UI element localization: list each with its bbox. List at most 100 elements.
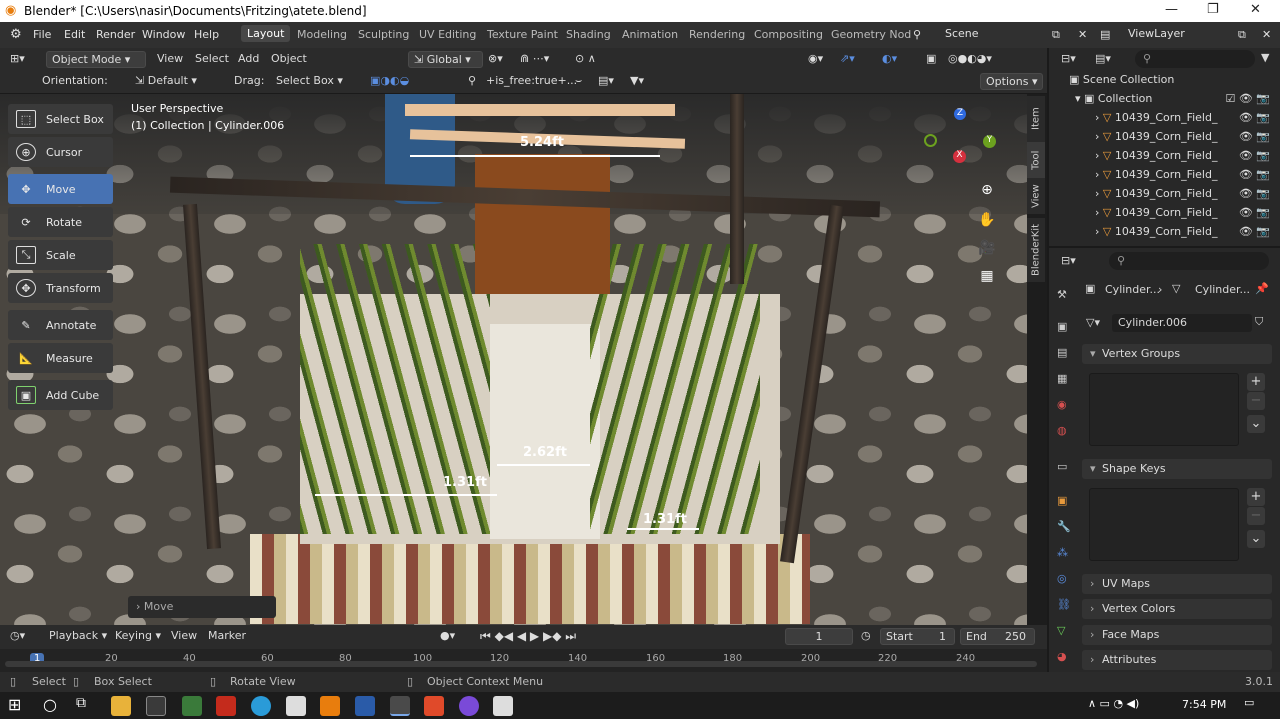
menu-window[interactable]: Window	[142, 28, 185, 41]
visibility-render-icons[interactable]: 👁 📷	[1239, 149, 1270, 162]
app-icon[interactable]	[459, 696, 479, 716]
outliner-item[interactable]: › ▽ 10439_Corn_Field_ 👁 📷	[1049, 111, 1280, 129]
vertex-colors-panel-header[interactable]: › Vertex Colors	[1082, 599, 1272, 619]
collection-properties-icon[interactable]: ▭	[1057, 460, 1073, 476]
pan-hand-icon[interactable]: ✋	[977, 212, 997, 232]
timeline-scrollbar[interactable]	[5, 661, 1037, 667]
outliner-item[interactable]: › ▽ 10439_Corn_Field_ 👁 📷	[1049, 187, 1280, 205]
pin-icon[interactable]: 📌	[1255, 282, 1269, 295]
outliner-item[interactable]: › ▽ 10439_Corn_Field_ 👁 📷	[1049, 130, 1280, 148]
end-frame-field[interactable]: End 250	[960, 628, 1035, 645]
overlay-icon[interactable]: ◐▾	[882, 52, 897, 65]
tool-annotate[interactable]: ✎ Annotate	[8, 310, 113, 340]
editor-type-icon[interactable]: ⊞▾	[10, 52, 25, 65]
menu-file[interactable]: File	[33, 28, 51, 41]
filter-field[interactable]: +is_free:true+...	[486, 74, 577, 87]
menu-timeline-view[interactable]: View	[171, 629, 197, 642]
physics-properties-icon[interactable]: ◎	[1057, 572, 1073, 588]
maximize-button[interactable]: ❐	[1207, 2, 1219, 17]
tool-properties-icon[interactable]: ⚒	[1057, 288, 1073, 304]
store-icon[interactable]	[146, 696, 166, 716]
xray-icon[interactable]: ▣	[926, 52, 936, 65]
tab-uv-editing[interactable]: UV Editing	[419, 28, 476, 41]
close-button[interactable]: ✕	[1250, 2, 1261, 17]
collection-controls-icon[interactable]: ☑ 👁 📷	[1225, 92, 1270, 105]
vertex-groups-panel-header[interactable]: ▾ Vertex Groups	[1082, 344, 1272, 364]
app-icon[interactable]	[286, 696, 306, 716]
world-properties-icon[interactable]: ◍	[1057, 424, 1073, 440]
transform-orientation-dropdown[interactable]: ⇲ Global ▾	[408, 51, 483, 68]
menu-render[interactable]: Render	[96, 28, 135, 41]
outliner-filter-icon[interactable]: ▼	[1261, 51, 1269, 64]
new-view-layer-icon[interactable]: ⧉	[1238, 28, 1246, 42]
tab-blenderkit[interactable]: BlenderKit	[1027, 218, 1045, 282]
visibility-render-icons[interactable]: 👁 📷	[1239, 225, 1270, 238]
outliner-item[interactable]: › ▽ 10439_Corn_Field_ 👁 📷	[1049, 225, 1280, 243]
tool-select-box[interactable]: ⬚ Select Box	[8, 104, 113, 134]
record-icon[interactable]: ●▾	[440, 629, 455, 642]
current-frame-field[interactable]: 1	[785, 628, 853, 645]
mesh-data-dropdown-icon[interactable]: ▽▾	[1086, 316, 1100, 329]
tab-sculpting[interactable]: Sculpting	[358, 28, 409, 41]
minimize-button[interactable]: —	[1165, 2, 1178, 17]
brave-icon[interactable]	[424, 696, 444, 716]
tab-item[interactable]: Item	[1027, 96, 1045, 142]
funnel-icon[interactable]: ▼▾	[630, 74, 644, 87]
particles-properties-icon[interactable]: ⁂	[1057, 546, 1073, 562]
proportional-edit-icon[interactable]: ⊙ ∧	[575, 52, 596, 65]
tab-texture-paint[interactable]: Texture Paint	[487, 28, 558, 41]
menu-help[interactable]: Help	[194, 28, 219, 41]
menu-add[interactable]: Add	[238, 52, 259, 65]
add-vertex-group-button[interactable]: +	[1247, 373, 1265, 391]
visibility-icon[interactable]: ◉▾	[808, 52, 823, 65]
menu-select[interactable]: Select	[195, 52, 229, 65]
outliner-editor-icon[interactable]: ⊟▾	[1061, 52, 1076, 65]
face-maps-panel-header[interactable]: › Face Maps	[1082, 625, 1272, 645]
visibility-render-icons[interactable]: 👁 📷	[1239, 130, 1270, 143]
search-circle-icon[interactable]: ○	[43, 695, 57, 714]
visibility-render-icons[interactable]: 👁 📷	[1239, 187, 1270, 200]
uv-maps-panel-header[interactable]: › UV Maps	[1082, 574, 1272, 594]
collection-row[interactable]: ▾ ▣ Collection ☑ 👁 📷	[1049, 92, 1280, 110]
output-properties-icon[interactable]: ▤	[1057, 346, 1073, 362]
visibility-render-icons[interactable]: 👁 📷	[1239, 111, 1270, 124]
menu-object[interactable]: Object	[271, 52, 307, 65]
gizmo-y-icon[interactable]: Y	[983, 135, 996, 148]
last-operator-panel[interactable]: › Move	[128, 596, 276, 618]
tab-shading[interactable]: Shading	[566, 28, 611, 41]
gizmo-neg-y-icon[interactable]	[924, 134, 937, 147]
remove-shape-key-button[interactable]: −	[1247, 507, 1265, 525]
gizmo-z-icon[interactable]: Z	[954, 108, 966, 120]
timeline-ruler[interactable]: 1 20 40 60 80 100 120 140 160 180 200 22…	[0, 649, 1047, 672]
outliner-item[interactable]: › ▽ 10439_Corn_Field_ 👁 📷	[1049, 149, 1280, 167]
3d-viewport[interactable]: 5.24ft 2.62ft 1.31ft 1.31ft User Perspec…	[0, 94, 1027, 625]
visibility-render-icons[interactable]: 👁 📷	[1239, 206, 1270, 219]
blender-menu-icon[interactable]: ⚙	[10, 27, 22, 42]
render-properties-icon[interactable]: ▣	[1057, 320, 1073, 336]
tool-measure[interactable]: 📐 Measure	[8, 343, 113, 373]
drag-dropdown[interactable]: Select Box ▾	[276, 74, 343, 87]
app-icon[interactable]	[355, 696, 375, 716]
tool-rotate[interactable]: ⟳ Rotate	[8, 207, 113, 237]
outliner-item[interactable]: › ▽ 10439_Corn_Field_ 👁 📷	[1049, 206, 1280, 224]
tray-icons[interactable]: ∧ ▭ ◔ ◀)	[1088, 697, 1139, 710]
orientation-dropdown[interactable]: ⇲ Default ▾	[135, 74, 197, 87]
shape-keys-list[interactable]	[1089, 488, 1239, 561]
attributes-panel-header[interactable]: › Attributes	[1082, 650, 1272, 670]
mode-dropdown[interactable]: Object Mode ▾	[46, 51, 146, 68]
file-explorer-icon[interactable]	[111, 696, 131, 716]
tab-animation[interactable]: Animation	[622, 28, 678, 41]
vertex-group-menu-button[interactable]: ⌄	[1247, 415, 1265, 433]
outliner-search-input[interactable]: ⚲	[1135, 50, 1255, 68]
blender-taskbar-icon[interactable]	[390, 696, 410, 716]
start-frame-field[interactable]: Start 1	[880, 628, 955, 645]
windows-start-icon[interactable]: ⊞	[8, 695, 21, 714]
tool-scale[interactable]: ⤡ Scale	[8, 240, 113, 270]
task-view-icon[interactable]: ⧉	[76, 695, 86, 711]
filter-toggle-icon[interactable]: ⌣	[575, 74, 582, 88]
zoom-icon[interactable]: ⊕	[977, 182, 997, 202]
menu-marker[interactable]: Marker	[208, 629, 246, 642]
notification-icon[interactable]: ▭	[1244, 696, 1254, 709]
shape-key-menu-button[interactable]: ⌄	[1247, 530, 1265, 548]
telegram-icon[interactable]	[251, 696, 271, 716]
